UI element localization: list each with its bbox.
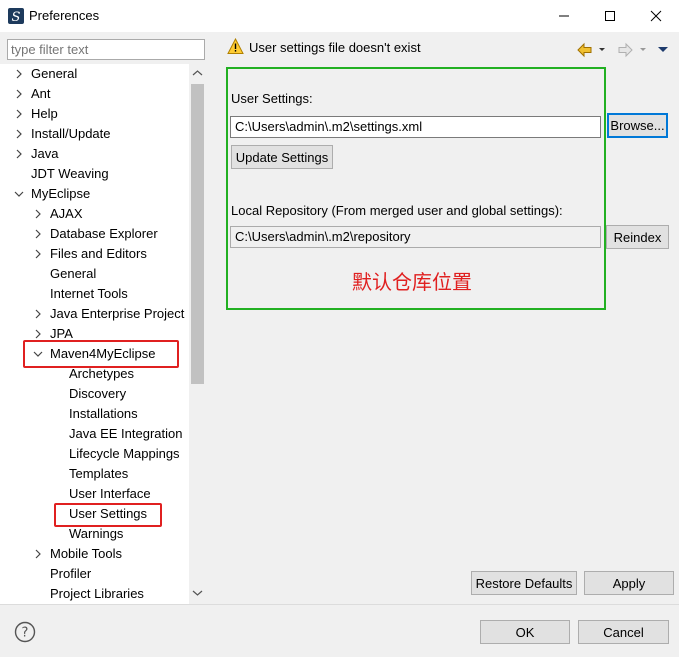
maven-highlight-box: [23, 340, 179, 368]
tree-item[interactable]: Lifecycle Mappings: [69, 444, 180, 464]
tree-item-label: Archetypes: [69, 366, 135, 381]
tree-item[interactable]: Project Libraries: [50, 584, 144, 604]
tree-item[interactable]: JDT Weaving: [31, 164, 109, 184]
chevron-right-icon[interactable]: [32, 224, 44, 244]
tree-item[interactable]: Installations: [69, 404, 138, 424]
reindex-button[interactable]: Reindex: [606, 225, 669, 249]
apply-button[interactable]: Apply: [584, 571, 674, 595]
tree-item[interactable]: Templates: [69, 464, 128, 484]
chevron-right-icon[interactable]: [13, 144, 25, 164]
minimize-icon: [559, 15, 569, 17]
tree-item-label: Files and Editors: [50, 246, 147, 261]
user-settings-label: User Settings:: [231, 91, 313, 106]
window-title: Preferences: [29, 8, 100, 23]
tree-item[interactable]: Java: [16, 144, 59, 164]
back-arrow-icon[interactable]: [577, 42, 605, 58]
scroll-down-icon[interactable]: [191, 588, 204, 598]
tree-item-label: Java: [31, 146, 59, 161]
tree-item[interactable]: MyEclipse: [14, 184, 91, 204]
chevron-right-icon[interactable]: [32, 204, 44, 224]
tree-item[interactable]: General: [16, 64, 78, 84]
tree-item-label: General: [50, 266, 97, 281]
myeclipse-app-icon: S: [8, 8, 24, 24]
maximize-icon: [605, 11, 615, 21]
tree-item-label: Database Explorer: [50, 226, 158, 241]
user-settings-highlight-box: [54, 503, 162, 527]
tree-item-label: Discovery: [69, 386, 127, 401]
maximize-button[interactable]: [587, 0, 633, 32]
view-menu-icon[interactable]: [658, 47, 668, 52]
tree-item-label: Java EE Integration: [69, 426, 183, 441]
local-repository-field[interactable]: C:\Users\admin\.m2\repository: [230, 226, 601, 248]
tree-item-label: Installations: [69, 406, 138, 421]
tree-item[interactable]: Mobile Tools: [35, 544, 123, 564]
chevron-right-icon[interactable]: [13, 104, 25, 124]
user-settings-field[interactable]: C:\Users\admin\.m2\settings.xml: [230, 116, 601, 138]
chevron-right-icon[interactable]: [13, 64, 25, 84]
svg-text:?: ?: [22, 626, 29, 641]
help-icon[interactable]: ?: [14, 621, 36, 643]
tree-scrollbar-thumb[interactable]: [191, 84, 204, 384]
tree-item-label: JPA: [50, 326, 73, 341]
tree-item[interactable]: Profiler: [50, 564, 91, 584]
chevron-down-icon[interactable]: [13, 184, 25, 204]
footer-separator: [0, 604, 679, 605]
tree-item-label: Internet Tools: [50, 286, 128, 301]
tree-item[interactable]: Help: [16, 104, 58, 124]
chevron-right-icon[interactable]: [13, 84, 25, 104]
close-icon: [650, 10, 662, 22]
minimize-button[interactable]: [541, 0, 587, 32]
filter-input[interactable]: [7, 39, 205, 60]
tree-item-label: Ant: [31, 86, 51, 101]
tree-item[interactable]: Java EE Integration: [69, 424, 182, 444]
tree-item-label: Warnings: [69, 526, 124, 541]
chevron-right-icon[interactable]: [13, 124, 25, 144]
tree-item-label: MyEclipse: [31, 186, 91, 201]
tree-item-label: User Interface: [69, 486, 151, 501]
tree-item-label: Templates: [69, 466, 129, 481]
tree-item-label: Project Libraries: [50, 586, 144, 601]
local-repository-label: Local Repository (From merged user and g…: [231, 203, 563, 218]
tree-item[interactable]: Install/Update: [16, 124, 111, 144]
tree-item-label: JDT Weaving: [31, 166, 109, 181]
tree-item[interactable]: Discovery: [69, 384, 126, 404]
close-button[interactable]: [633, 0, 679, 32]
browse-button[interactable]: Browse...: [607, 113, 668, 138]
page-message: User settings file doesn't exist: [249, 40, 421, 55]
tree-item-label: AJAX: [50, 206, 83, 221]
tree-item-label: Java Enterprise Project: [50, 306, 185, 321]
ok-button[interactable]: OK: [480, 620, 570, 644]
svg-text:S: S: [12, 10, 21, 24]
tree-item-label: Install/Update: [31, 126, 111, 141]
update-settings-button[interactable]: Update Settings: [231, 145, 333, 169]
tree-item[interactable]: Database Explorer: [35, 224, 158, 244]
tree-item[interactable]: Warnings: [69, 524, 123, 544]
chevron-right-icon[interactable]: [32, 244, 44, 264]
tree-item[interactable]: General: [50, 264, 96, 284]
tree-item-label: Profiler: [50, 566, 92, 581]
tree-item[interactable]: Java Enterprise Project: [35, 304, 185, 324]
tree-item[interactable]: Files and Editors: [35, 244, 147, 264]
tree-item-label: Mobile Tools: [50, 546, 123, 561]
chevron-right-icon[interactable]: [32, 544, 44, 564]
tree-item-label: Help: [31, 106, 58, 121]
chevron-right-icon[interactable]: [32, 304, 44, 324]
restore-defaults-button[interactable]: Restore Defaults: [471, 571, 577, 595]
cancel-button[interactable]: Cancel: [578, 620, 669, 644]
tree-item[interactable]: AJAX: [35, 204, 83, 224]
scroll-up-icon[interactable]: [191, 68, 204, 78]
navigation-toolbar: [577, 42, 668, 58]
annotation-text: 默认仓库位置: [352, 270, 472, 294]
tree-item-label: General: [31, 66, 78, 81]
tree-item[interactable]: Ant: [16, 84, 51, 104]
tree-item[interactable]: User Interface: [69, 484, 151, 504]
warning-icon: [227, 38, 244, 54]
tree-item-label: Lifecycle Mappings: [69, 446, 180, 461]
tree-item[interactable]: Internet Tools: [50, 284, 128, 304]
forward-arrow-icon[interactable]: [618, 42, 646, 58]
